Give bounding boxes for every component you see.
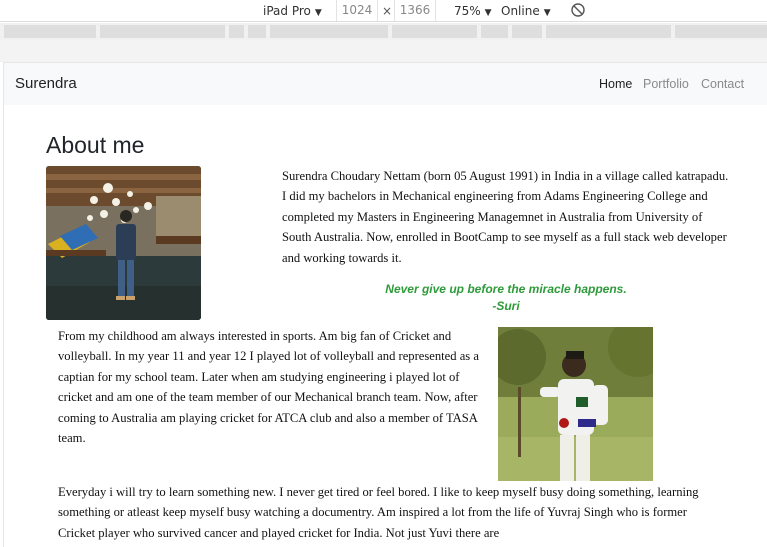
height-input[interactable]: 1366 — [394, 0, 436, 21]
media-query-bar[interactable] — [0, 23, 767, 40]
sports-paragraph: From my childhood am always interested i… — [58, 329, 479, 446]
viewport-gutter — [0, 40, 767, 62]
quote-author: -Suri — [492, 299, 520, 313]
media-query-segment[interactable] — [546, 25, 671, 38]
page-title: About me — [46, 132, 145, 158]
page-viewport: Surendra Home Portfolio Contact About me — [3, 62, 767, 547]
chevron-down-icon: ▼ — [484, 8, 492, 18]
media-query-segment[interactable] — [512, 25, 542, 38]
network-select[interactable]: Online ▼ — [501, 3, 551, 19]
device-select[interactable]: iPad Pro ▼ — [263, 3, 322, 19]
nav-link-home[interactable]: Home — [599, 77, 632, 91]
zoom-label: 75% — [454, 4, 481, 18]
media-query-segment[interactable] — [248, 25, 266, 38]
media-query-segment[interactable] — [100, 25, 225, 38]
rotate-icon[interactable] — [570, 2, 586, 18]
navbar-brand[interactable]: Surendra — [15, 75, 77, 92]
dimension-separator: × — [382, 4, 393, 18]
media-query-segment[interactable] — [392, 25, 477, 38]
nav-link-contact[interactable]: Contact — [701, 77, 744, 91]
nav-link-portfolio[interactable]: Portfolio — [643, 77, 689, 91]
media-query-segment[interactable] — [4, 25, 96, 38]
inspiration-paragraph: Everyday i will try to learn something n… — [58, 485, 699, 540]
media-query-segment[interactable] — [229, 25, 244, 38]
cricket-photo — [498, 327, 653, 481]
device-toolbar: iPad Pro ▼ 1024 × 1366 75% ▼ Online ▼ — [0, 0, 767, 22]
chevron-down-icon: ▼ — [314, 8, 322, 18]
intro-paragraph: Surendra Choudary Nettam (born 05 August… — [282, 169, 729, 265]
motto-quote: Never give up before the miracle happens… — [334, 281, 678, 315]
media-query-segment[interactable] — [270, 25, 388, 38]
zoom-select[interactable]: 75% ▼ — [454, 3, 492, 19]
device-label: iPad Pro — [263, 4, 311, 18]
network-label: Online — [501, 4, 540, 18]
profile-photo-indoor — [46, 166, 201, 320]
navbar: Surendra Home Portfolio Contact — [4, 62, 767, 105]
media-query-segment[interactable] — [481, 25, 508, 38]
width-input[interactable]: 1024 — [336, 0, 378, 21]
media-query-segment[interactable] — [675, 25, 767, 38]
chevron-down-icon: ▼ — [543, 8, 551, 18]
quote-text: Never give up before the miracle happens… — [385, 282, 627, 296]
